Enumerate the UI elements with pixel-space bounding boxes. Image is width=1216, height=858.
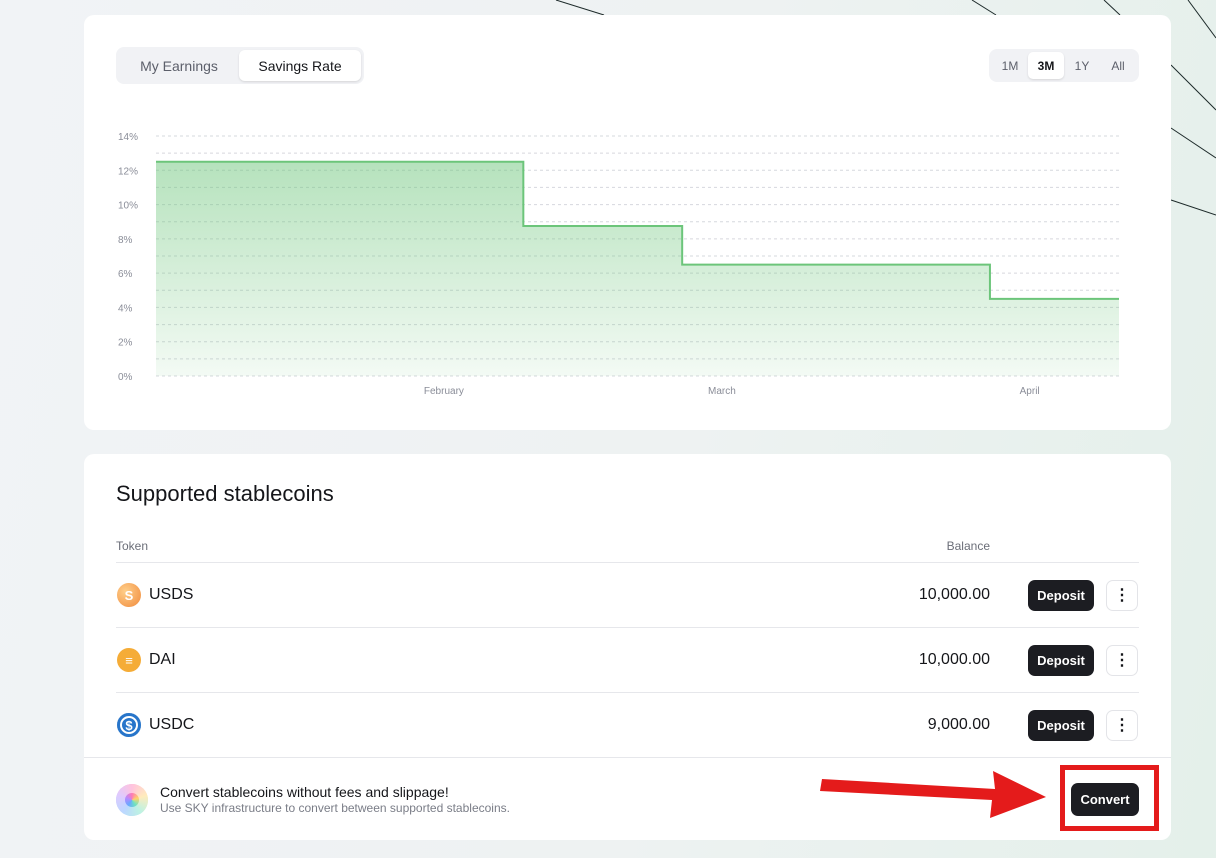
stablecoins-card: Supported stablecoins Token Balance S US… (84, 454, 1171, 840)
table-row: S USDS 10,000.00 Deposit ⋮ (116, 562, 1139, 627)
dai-icon: ≡ (117, 648, 141, 672)
promo-title: Convert stablecoins without fees and sli… (160, 784, 449, 800)
token-name: USDS (149, 586, 194, 603)
x-tick-label: February (424, 386, 464, 397)
stablecoins-table: S USDS 10,000.00 Deposit ⋮ ≡ DAI 10,000.… (116, 562, 1139, 757)
token-balance: 10,000.00 (918, 651, 990, 668)
token-balance: 9,000.00 (927, 716, 990, 733)
x-tick-label: March (708, 386, 736, 397)
y-tick-label: 10% (118, 201, 138, 212)
y-tick-label: 2% (118, 338, 133, 349)
table-row: ≡ DAI 10,000.00 Deposit ⋮ (116, 627, 1139, 692)
column-header-token: Token (116, 539, 149, 553)
token-balance: 10,000.00 (918, 586, 990, 603)
convert-wheel-icon (116, 784, 148, 816)
convert-promo: Convert stablecoins without fees and sli… (84, 757, 1171, 840)
y-tick-label: 6% (118, 269, 133, 280)
y-tick-label: 0% (118, 372, 133, 383)
savings-rate-chart: 0% 2% 4% 6% 8% 10% 12% 14% February March April (118, 132, 1119, 397)
x-tick-label: April (1020, 386, 1040, 397)
usds-icon: S (117, 583, 141, 607)
column-header-balance: Balance (946, 539, 990, 553)
deposit-button[interactable]: Deposit (1028, 644, 1094, 676)
token-name: USDC (149, 716, 195, 733)
usdc-icon: $ (117, 713, 141, 737)
y-tick-label: 4% (118, 303, 133, 314)
more-options-button[interactable]: ⋮ (1106, 644, 1138, 676)
y-tick-label: 12% (118, 166, 138, 177)
rate-area (156, 161, 1119, 376)
convert-button[interactable]: Convert (1071, 783, 1139, 816)
promo-subtitle: Use SKY infrastructure to convert betwee… (160, 801, 510, 815)
more-options-button[interactable]: ⋮ (1106, 709, 1138, 741)
table-row: $ USDC 9,000.00 Deposit ⋮ (116, 692, 1139, 757)
deposit-button[interactable]: Deposit (1028, 709, 1094, 741)
more-options-button[interactable]: ⋮ (1106, 579, 1138, 611)
savings-chart-card: My Earnings Savings Rate 1M 3M 1Y All 0%… (84, 15, 1171, 430)
y-tick-label: 14% (118, 132, 138, 143)
deposit-button[interactable]: Deposit (1028, 579, 1094, 611)
token-name: DAI (149, 651, 176, 668)
section-title: Supported stablecoins (116, 481, 334, 506)
y-tick-label: 8% (118, 235, 133, 246)
